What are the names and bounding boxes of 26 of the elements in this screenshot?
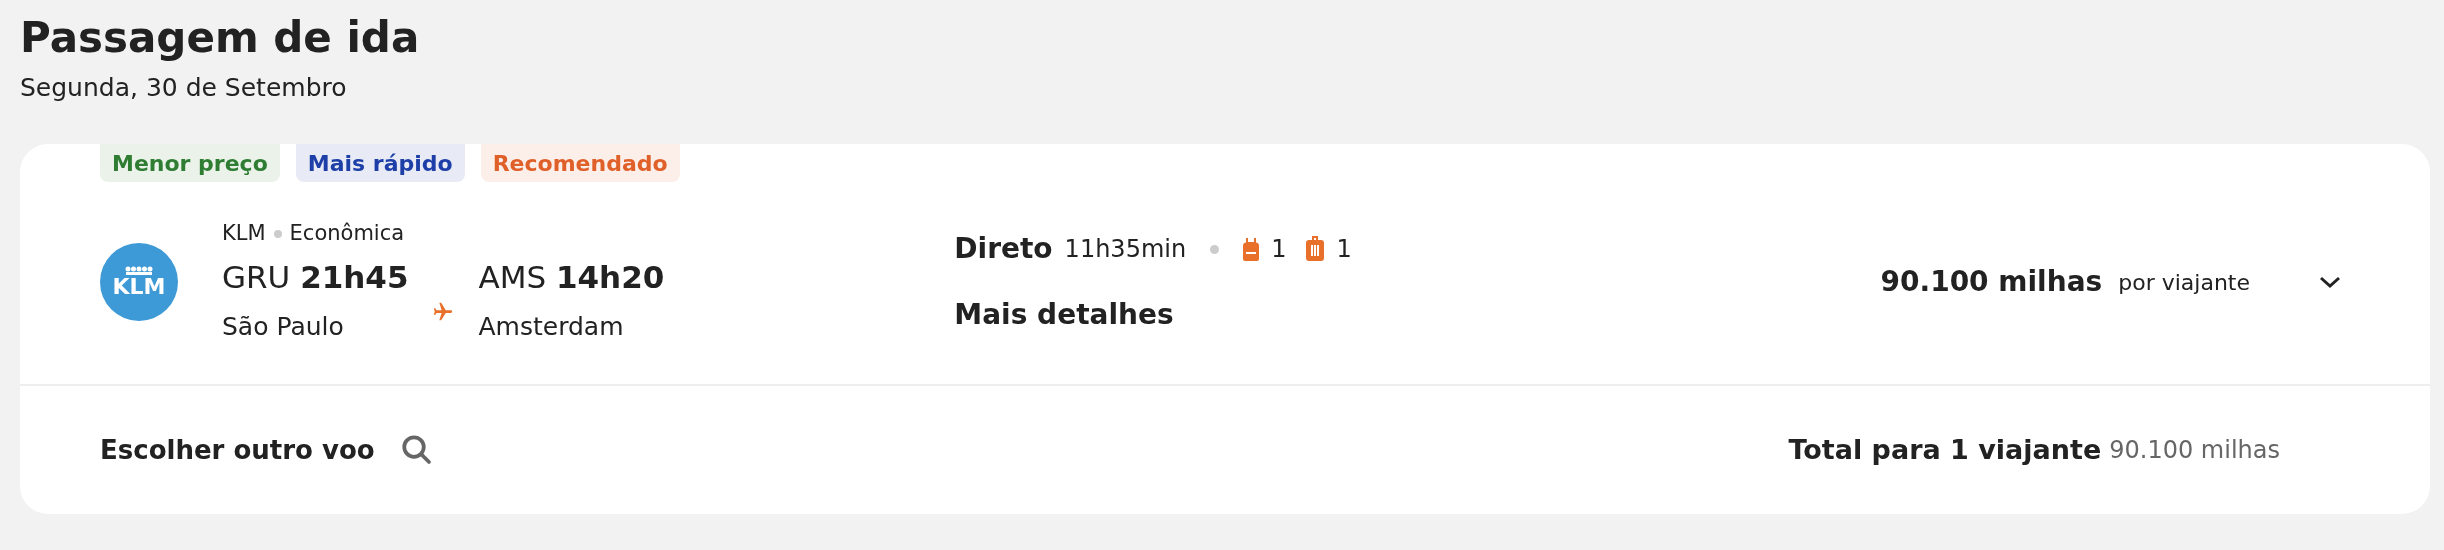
page-title: Passagem de ida [20,12,421,64]
arrival-time: AMS 14h20 [478,257,665,297]
backpack-count: 1 [1271,234,1287,265]
total-value: 90.100 milhas [2109,435,2280,466]
logo-text: KLM [112,276,166,298]
arrival-city: Amsterdam [478,311,625,344]
price: 90.100 milhas [1880,264,2103,300]
suitcase-icon [1306,236,1325,262]
suitcase-count: 1 [1336,234,1352,265]
backpack-icon [1243,237,1260,261]
airline-name: KLM [222,220,266,248]
flight-duration: 11h35min [1064,234,1187,265]
crown-icon [125,266,153,276]
tag: Menor preço [100,144,280,182]
total-label: Total para 1 viajante [1788,432,2102,467]
tag: Mais rápido [295,144,465,182]
details-link[interactable]: Mais detalhes [954,294,1352,336]
cabin-class: Econômica [289,220,405,248]
date-subtitle: Segunda, 30 de Setembro [20,71,348,104]
change-flight-button[interactable]: Escolher outro voo [100,430,435,470]
departure-time: GRU 21h45 [222,257,409,297]
chevron-icon [2318,274,2342,290]
price-unit: por viajante [2118,268,2250,297]
stops-label: Direto [954,231,1053,267]
departure-city: São Paulo [222,311,345,344]
tag: Recomendado [480,144,680,182]
